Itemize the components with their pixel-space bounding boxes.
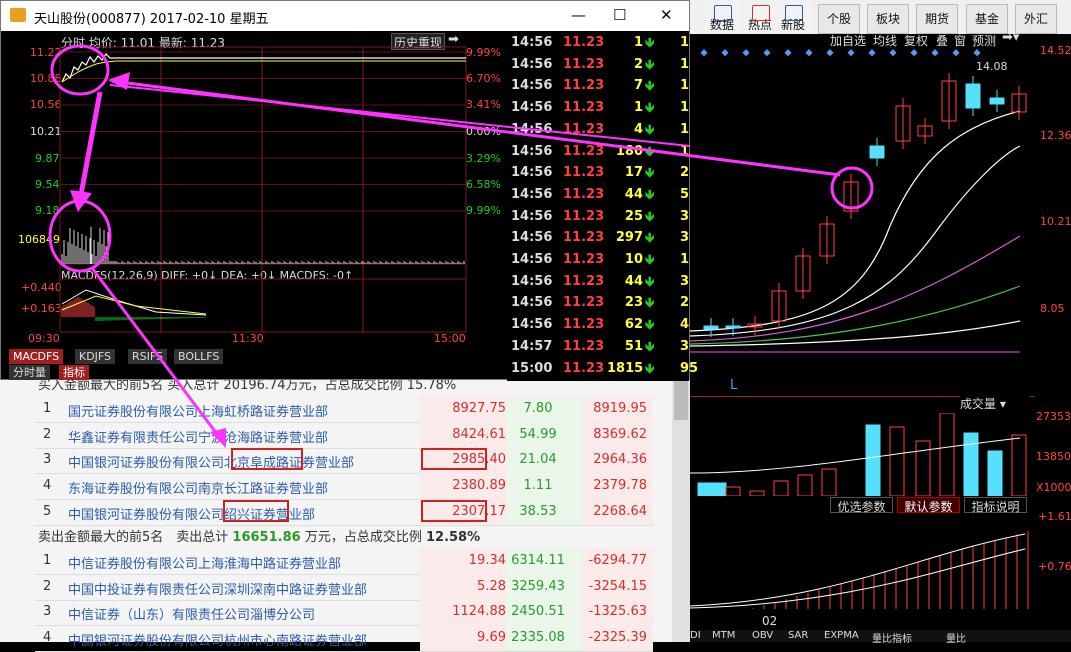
annotation-arrowhead: [210, 428, 226, 448]
annotation-arrow: [90, 267, 222, 439]
annotation-layer: [48, 44, 874, 448]
annotation-circle: [50, 44, 110, 96]
annotation-arrow: [77, 91, 103, 201]
annotation-line: [109, 84, 691, 147]
annotation-circle: [48, 199, 112, 273]
annotation-arrow: [111, 79, 841, 177]
